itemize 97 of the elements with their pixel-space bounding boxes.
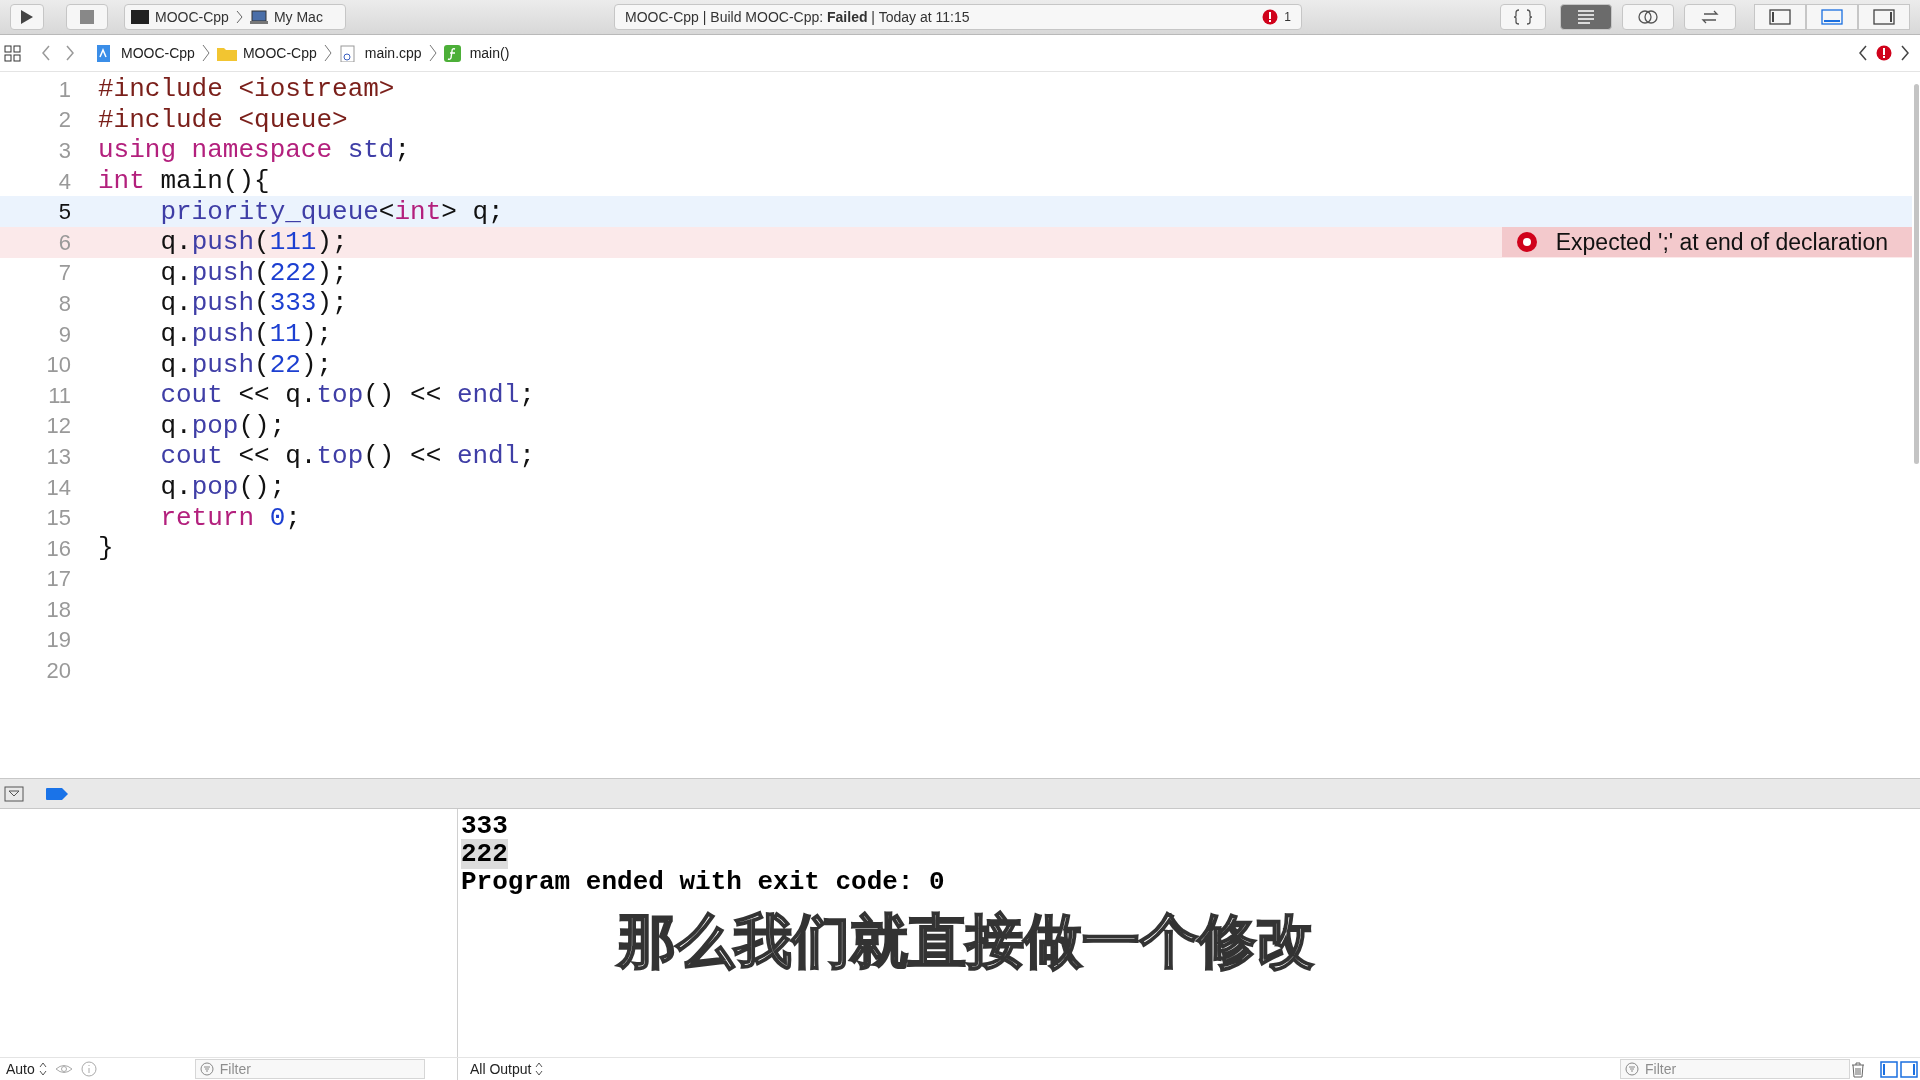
line-number: 7	[57, 259, 71, 288]
output-mode-popup[interactable]: All Output	[470, 1058, 544, 1080]
scheme-name[interactable]: MOOC-Cpp	[155, 6, 229, 28]
line-number: 4	[57, 167, 71, 196]
line-number: 12	[45, 412, 71, 441]
line-number: 14	[45, 473, 71, 502]
assistant-editor-icon	[1638, 8, 1658, 26]
scrollbar[interactable]	[1913, 84, 1919, 464]
subtitle: 那么我们就直接做一个修改	[618, 908, 1314, 974]
code-line: q.push(333);	[159, 288, 348, 319]
line-number: 19	[45, 626, 71, 655]
error-icon	[1262, 9, 1279, 25]
code-line: q.push(111);	[159, 227, 348, 258]
issue-icon[interactable]	[1876, 45, 1892, 61]
line-number: 11	[47, 381, 71, 410]
line-number: 15	[45, 504, 71, 533]
code-line: q.push(222);	[159, 257, 348, 288]
panel-toggle-button[interactable]	[1858, 4, 1910, 30]
editor-mode-button[interactable]	[1684, 4, 1736, 30]
code-snippet-icon	[1513, 8, 1533, 26]
stop-icon	[79, 9, 95, 25]
code-line: q.push(11);	[159, 319, 333, 350]
code-line: int main(){	[98, 166, 270, 197]
panel-toggle-button[interactable]	[1806, 4, 1858, 30]
stop-button[interactable]	[66, 4, 108, 30]
filter-icon	[1625, 1062, 1639, 1076]
function-icon	[443, 44, 464, 62]
filter-field[interactable]: Filter	[1620, 1059, 1850, 1079]
error-icon	[1515, 231, 1538, 254]
utilities-panel-icon	[1873, 8, 1895, 26]
line-number: 9	[57, 320, 71, 349]
forward-icon[interactable]	[65, 45, 75, 61]
code-line: }	[98, 533, 114, 564]
standard-editor-icon	[1576, 8, 1596, 26]
updown-icon	[535, 1062, 544, 1076]
line-number: 1	[57, 75, 71, 104]
run-button[interactable]	[10, 4, 44, 30]
line-number: 13	[45, 442, 71, 471]
previous-issue-icon[interactable]	[1858, 45, 1868, 61]
version-editor-icon	[1700, 8, 1720, 26]
line-number: 10	[45, 351, 71, 380]
play-icon	[19, 9, 35, 25]
breakpoint-icon[interactable]	[46, 787, 68, 800]
breadcrumb-item[interactable]: main.cpp	[364, 42, 422, 64]
laptop-icon	[249, 10, 268, 24]
code-line: q.push(22);	[159, 349, 333, 380]
panel-toggle-button[interactable]	[1754, 4, 1806, 30]
console-view-icon[interactable]	[1900, 1060, 1918, 1078]
chevron-icon	[427, 44, 438, 62]
line-number: 3	[57, 137, 71, 165]
line-number: 17	[45, 565, 71, 594]
code-line: priority_queue<int> q;	[159, 196, 504, 227]
console-output: 333	[461, 811, 508, 841]
editor-mode-button[interactable]	[1622, 4, 1674, 30]
line-number: 6	[57, 228, 71, 257]
related-items-icon[interactable]	[4, 44, 21, 62]
chevron-icon	[200, 44, 211, 62]
console-output: Program ended with exit code: 0	[461, 867, 945, 897]
trash-icon[interactable]	[1850, 1060, 1866, 1078]
back-icon[interactable]	[41, 45, 51, 61]
code-line: cout << q.top() << endl;	[159, 441, 535, 472]
chevron-icon	[234, 10, 244, 24]
breadcrumb-item[interactable]: main()	[469, 42, 510, 64]
code-line: #include <iostream>	[98, 74, 395, 105]
next-issue-icon[interactable]	[1900, 45, 1910, 61]
build-status: MOOC-Cpp | Build MOOC-Cpp: Failed | Today at 11:15	[625, 7, 971, 27]
debug-panel-icon	[1821, 8, 1843, 26]
variables-view-icon[interactable]	[1880, 1060, 1898, 1078]
console-output: 222	[461, 839, 508, 869]
line-number: 20	[45, 657, 71, 686]
updown-icon	[38, 1062, 47, 1076]
code-line: #include <queue>	[98, 104, 348, 135]
editor-mode-button[interactable]	[1560, 4, 1612, 30]
code-line: q.pop();	[159, 410, 286, 441]
filter-field[interactable]: Filter	[194, 1059, 425, 1079]
line-number: 18	[45, 595, 71, 624]
destination-name[interactable]: My Mac	[273, 6, 323, 28]
line-number: 5	[57, 198, 71, 227]
line-number: 8	[57, 289, 71, 318]
editor-mode-button[interactable]	[1500, 4, 1546, 30]
breadcrumb-item[interactable]: MOOC-Cpp	[121, 42, 195, 64]
eye-icon[interactable]	[54, 1062, 73, 1076]
chevron-icon	[322, 44, 333, 62]
terminal-icon	[131, 9, 149, 25]
breadcrumb-item[interactable]: MOOC-Cpp	[242, 42, 317, 64]
filter-icon	[199, 1062, 214, 1076]
hide-debug-area-icon[interactable]	[4, 785, 24, 802]
line-number: 2	[57, 106, 71, 135]
error-message: Expected ';' at end of declaration	[1555, 228, 1888, 257]
code-line: cout << q.top() << endl;	[159, 380, 535, 411]
line-number: 16	[45, 534, 71, 563]
code-line: return 0;	[159, 502, 301, 533]
error-count: 1	[1284, 9, 1291, 26]
navigator-panel-icon	[1769, 8, 1791, 26]
variables-mode-popup[interactable]: Auto	[6, 1058, 47, 1080]
code-line: q.pop();	[159, 472, 286, 502]
code-line: using namespace std;	[98, 135, 411, 166]
